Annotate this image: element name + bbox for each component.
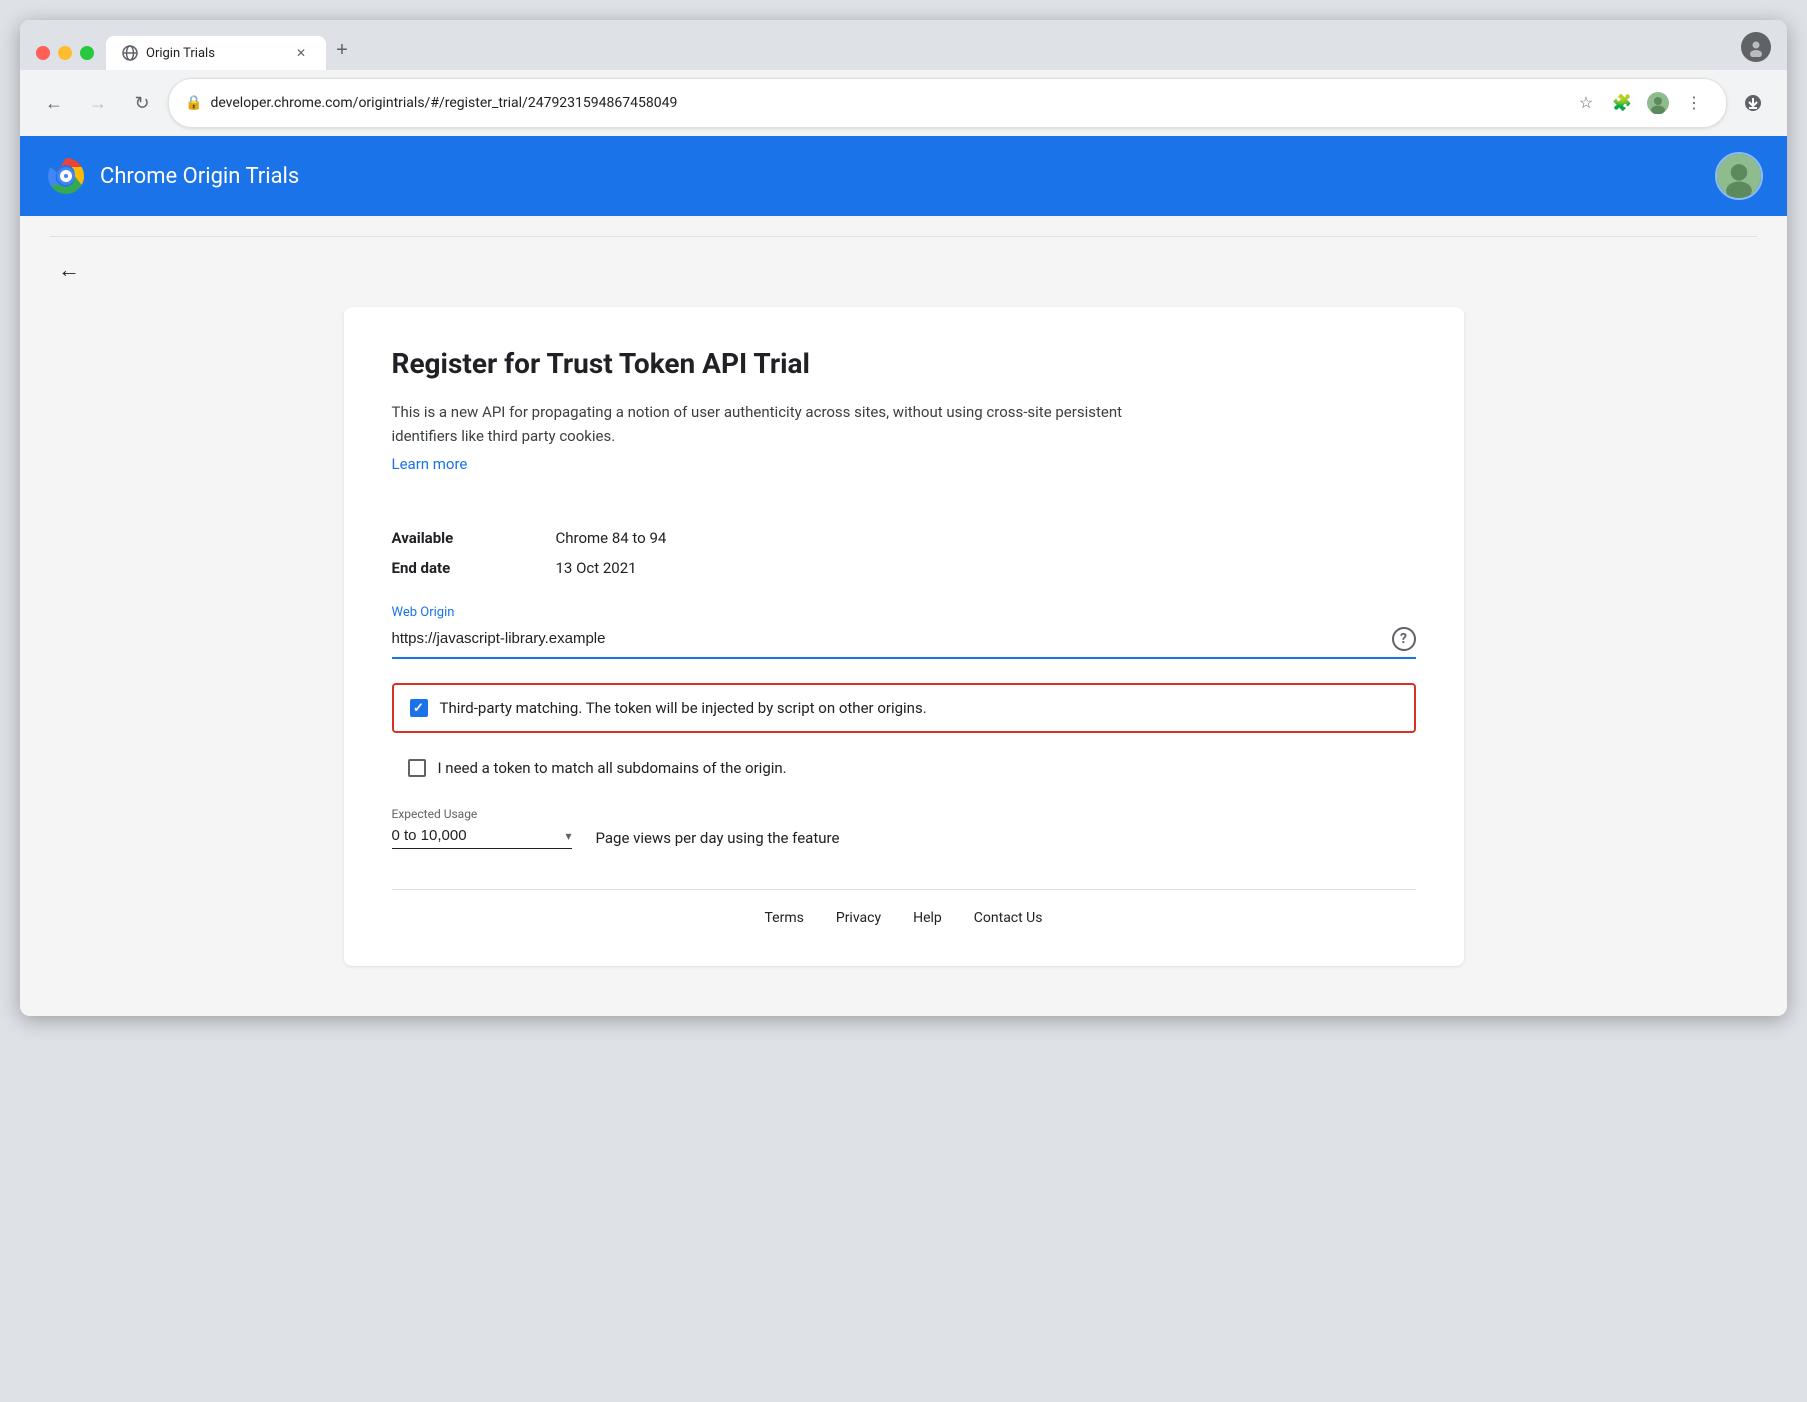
- extensions-button[interactable]: 🧩: [1606, 87, 1638, 119]
- top-divider: [50, 236, 1757, 237]
- subdomain-checkbox[interactable]: [408, 759, 426, 777]
- user-avatar-button[interactable]: [1642, 87, 1674, 119]
- chrome-logo-icon: [44, 154, 88, 198]
- close-window-button[interactable]: [36, 46, 50, 60]
- check-icon: ✓: [413, 701, 424, 716]
- web-origin-field-group: Web Origin ?: [392, 605, 1416, 659]
- learn-more-link[interactable]: Learn more: [392, 455, 468, 473]
- header-title: Chrome Origin Trials: [100, 164, 299, 189]
- contact-link[interactable]: Contact Us: [974, 910, 1043, 926]
- dropdown-arrow-icon: ▾: [565, 829, 571, 843]
- address-actions: ☆ 🧩 ⋮: [1570, 87, 1710, 119]
- third-party-checkbox-item[interactable]: ✓ Third-party matching. The token will b…: [392, 683, 1416, 733]
- tab-title: Origin Trials: [146, 46, 284, 61]
- page-header: Chrome Origin Trials: [20, 136, 1787, 216]
- title-bar: Origin Trials ✕ +: [20, 20, 1787, 70]
- terms-link[interactable]: Terms: [765, 910, 804, 926]
- info-grid: Available Chrome 84 to 94 End date 13 Oc…: [392, 529, 1416, 577]
- tab-right-area: [1741, 32, 1771, 62]
- usage-select-wrapper: 0 to 10,000 10,000 to 100,000 100,000 to…: [392, 827, 572, 849]
- globe-icon: [122, 45, 138, 61]
- download-icon: [1744, 94, 1762, 112]
- header-logo-area: Chrome Origin Trials: [44, 154, 299, 198]
- form-title: Register for Trust Token API Trial: [392, 347, 1416, 380]
- expected-usage-label: Expected Usage: [392, 807, 1416, 821]
- usage-description: Page views per day using the feature: [596, 829, 840, 847]
- usage-row: 0 to 10,000 10,000 to 100,000 100,000 to…: [392, 827, 1416, 849]
- bookmark-button[interactable]: ☆: [1570, 87, 1602, 119]
- expected-usage-section: Expected Usage 0 to 10,000 10,000 to 100…: [392, 807, 1416, 849]
- window-controls: [36, 46, 94, 60]
- maximize-window-button[interactable]: [80, 46, 94, 60]
- help-icon[interactable]: ?: [1392, 627, 1416, 651]
- more-options-button[interactable]: ⋮: [1678, 87, 1710, 119]
- checkbox-group: ✓ Third-party matching. The token will b…: [392, 683, 1416, 791]
- profile-icon: [1746, 37, 1766, 57]
- tab-close-button[interactable]: ✕: [292, 44, 310, 62]
- end-date-label: End date: [392, 559, 532, 577]
- web-origin-field-row: ?: [392, 626, 1416, 659]
- back-button[interactable]: ←: [50, 253, 88, 287]
- browser-window: Origin Trials ✕ + ← → ↻ 🔒 developer.chro: [20, 20, 1787, 1016]
- url-text: developer.chrome.com/origintrials/#/regi…: [210, 95, 1562, 111]
- available-value: Chrome 84 to 94: [556, 529, 1416, 547]
- active-tab[interactable]: Origin Trials ✕: [106, 36, 326, 70]
- page-footer: Terms Privacy Help Contact Us: [392, 889, 1416, 926]
- page-content-wrapper: ← Register for Trust Token API Trial Thi…: [20, 216, 1787, 1016]
- address-bar[interactable]: 🔒 developer.chrome.com/origintrials/#/re…: [168, 78, 1727, 128]
- avatar-icon: [1717, 152, 1761, 200]
- new-tab-button[interactable]: +: [326, 34, 358, 66]
- help-link[interactable]: Help: [913, 910, 942, 926]
- third-party-checkbox[interactable]: ✓: [410, 699, 428, 717]
- web-origin-label: Web Origin: [392, 605, 1416, 620]
- tab-bar: Origin Trials ✕ +: [106, 32, 1771, 70]
- back-nav-button[interactable]: ←: [36, 85, 72, 121]
- web-origin-input[interactable]: [392, 626, 1380, 651]
- subdomain-label: I need a token to match all subdomains o…: [438, 759, 787, 777]
- avatar-image: [1717, 154, 1761, 198]
- subdomain-checkbox-item[interactable]: I need a token to match all subdomains o…: [392, 745, 1416, 791]
- minimize-window-button[interactable]: [58, 46, 72, 60]
- available-label: Available: [392, 529, 532, 547]
- reload-button[interactable]: ↻: [124, 85, 160, 121]
- form-card: Register for Trust Token API Trial This …: [344, 307, 1464, 966]
- user-avatar[interactable]: [1715, 152, 1763, 200]
- end-date-value: 13 Oct 2021: [556, 559, 1416, 577]
- user-avatar-icon: [1647, 92, 1669, 114]
- usage-select[interactable]: 0 to 10,000 10,000 to 100,000 100,000 to…: [392, 827, 562, 844]
- forward-nav-button[interactable]: →: [80, 85, 116, 121]
- lock-icon: 🔒: [185, 95, 202, 111]
- nav-bar: ← → ↻ 🔒 developer.chrome.com/origintrial…: [20, 70, 1787, 136]
- third-party-label: Third-party matching. The token will be …: [440, 699, 927, 717]
- profile-button[interactable]: [1741, 32, 1771, 62]
- form-description: This is a new API for propagating a noti…: [392, 400, 1152, 448]
- privacy-link[interactable]: Privacy: [836, 910, 881, 926]
- download-button[interactable]: [1735, 85, 1771, 121]
